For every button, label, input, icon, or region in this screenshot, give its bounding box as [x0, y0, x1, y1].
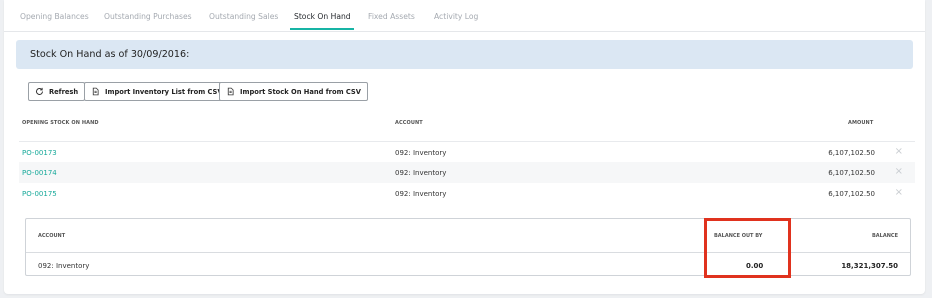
import-stock-button[interactable]: Import Stock On Hand from CSV [219, 82, 368, 101]
po-link[interactable]: PO-00175 [22, 190, 57, 198]
refresh-button[interactable]: Refresh [28, 82, 86, 101]
document-icon [226, 87, 235, 96]
row-account: 092: Inventory [395, 169, 447, 177]
row-amount: 6,107,102.50 [828, 149, 875, 157]
summary-account: 092: Inventory [38, 262, 90, 270]
import-inventory-button[interactable]: Import Inventory List from CSV [84, 82, 230, 101]
header-amount: AMOUNT [848, 120, 874, 126]
banner-text: Stock On Hand as of 30/09/2016: [30, 49, 190, 60]
tab-stock-on-hand[interactable]: Stock On Hand [294, 12, 351, 21]
refresh-label: Refresh [49, 87, 79, 96]
row-amount: 6,107,102.50 [828, 169, 875, 177]
active-tab-indicator [290, 28, 354, 30]
po-link[interactable]: PO-00174 [22, 169, 57, 177]
import-inventory-label: Import Inventory List from CSV [105, 87, 223, 96]
row-amount: 6,107,102.50 [828, 190, 875, 198]
header-account: ACCOUNT [395, 120, 423, 126]
opening-balances-card: Opening Balances Outstanding Purchases O… [4, 0, 925, 294]
remove-icon[interactable]: × [895, 187, 903, 198]
as-of-banner: Stock On Hand as of 30/09/2016: [16, 40, 913, 69]
header-opening-stock: OPENING STOCK ON HAND [22, 120, 99, 126]
refresh-icon [35, 87, 44, 96]
row-account: 092: Inventory [395, 190, 447, 198]
tab-activity-log[interactable]: Activity Log [434, 12, 478, 21]
document-icon [91, 87, 100, 96]
remove-icon[interactable]: × [895, 166, 903, 177]
table-row: PO-00175 092: Inventory 6,107,102.50 × [19, 183, 915, 204]
summary-header-balance: BALANCE [871, 233, 898, 239]
po-link[interactable]: PO-00173 [22, 149, 57, 157]
table-row: PO-00174 092: Inventory 6,107,102.50 × [19, 162, 915, 183]
import-stock-label: Import Stock On Hand from CSV [240, 87, 361, 96]
tab-opening-balances[interactable]: Opening Balances [20, 12, 89, 21]
tab-bar: Opening Balances Outstanding Purchases O… [4, 0, 925, 32]
highlight-box [704, 218, 791, 278]
row-account: 092: Inventory [395, 149, 447, 157]
summary-balance: 18,321,307.50 [841, 262, 898, 270]
tab-outstanding-sales[interactable]: Outstanding Sales [209, 12, 278, 21]
tab-outstanding-purchases[interactable]: Outstanding Purchases [104, 12, 192, 21]
table-row: PO-00173 092: Inventory 6,107,102.50 × [19, 141, 915, 162]
tab-fixed-assets[interactable]: Fixed Assets [368, 12, 415, 21]
summary-header-account: ACCOUNT [38, 233, 66, 239]
remove-icon[interactable]: × [895, 146, 903, 157]
